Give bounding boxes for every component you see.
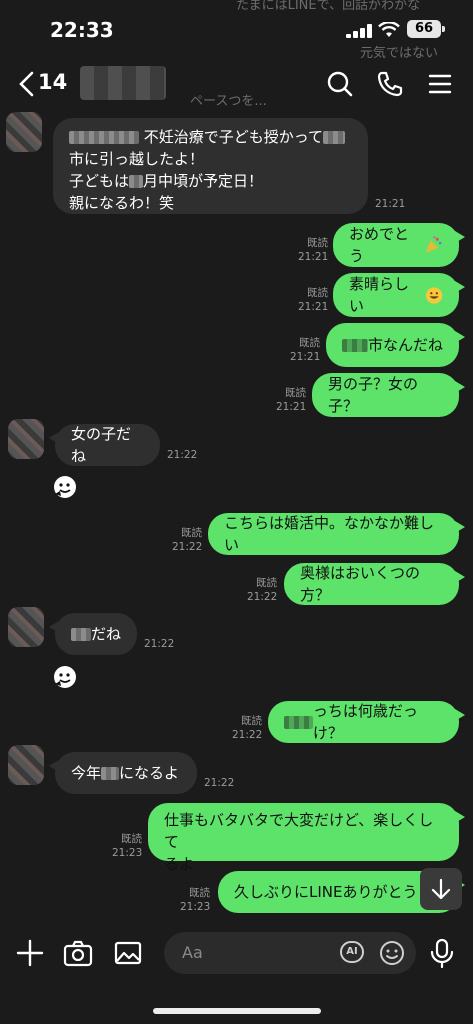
read-receipt: 既読 21:22: [247, 577, 278, 603]
message-text: っちは何歳だっけ？: [312, 702, 418, 742]
read-receipt: 既読 21:21: [298, 287, 329, 313]
sticker-face-icon[interactable]: [52, 474, 78, 500]
camera-icon[interactable]: [62, 937, 94, 969]
message-text: 女の子だね: [71, 425, 132, 465]
message-text: 親になるわ！笑: [69, 194, 175, 212]
redacted-text: [129, 175, 144, 188]
party-popper-emoji-icon: [425, 236, 442, 253]
message-text: 奥様はおいくつの方？: [300, 564, 421, 604]
message-text: 久しぶりにLINEありがとう: [234, 883, 418, 901]
avatar[interactable]: [8, 745, 44, 785]
redacted-text: [284, 715, 313, 729]
read-receipt: 既読 21:22: [232, 715, 263, 741]
read-receipt: 既読 21:21: [276, 387, 307, 413]
redacted-text: [101, 766, 120, 780]
redacted-text: [69, 131, 139, 144]
read-receipt: 既読 21:21: [290, 337, 321, 363]
ai-button[interactable]: AI: [340, 941, 364, 963]
message-bubble-sent[interactable]: おめでとう: [333, 223, 465, 267]
menu-icon[interactable]: [426, 70, 454, 98]
message-text: になるよ: [119, 764, 180, 782]
message-bubble-received[interactable]: 女の子だね: [49, 424, 160, 466]
phone-icon[interactable]: [376, 70, 404, 98]
avatar[interactable]: [6, 112, 42, 152]
search-icon[interactable]: [326, 70, 354, 98]
read-receipt: 既読 21:23: [112, 833, 143, 859]
message-text: 男の子？女の子？: [328, 375, 419, 415]
message-text: 月中頃が予定日！: [143, 172, 264, 190]
emoji-icon[interactable]: [379, 940, 405, 966]
read-receipt: 既読 21:21: [298, 237, 329, 263]
wifi-icon: [378, 22, 400, 37]
message-text: 素晴らしい: [349, 275, 410, 315]
battery-indicator: 66: [407, 20, 441, 38]
microphone-icon[interactable]: [426, 937, 458, 969]
message-time: 21:22: [204, 777, 235, 789]
message-input-placeholder: Aa: [182, 943, 203, 962]
message-time: 21:21: [375, 198, 406, 210]
message-bubble-sent[interactable]: 仕事もバタバタで大変だけど、楽しくして るよ: [148, 803, 465, 873]
message-bubble-received[interactable]: だね: [49, 613, 137, 655]
message-text: 不妊治療で子ども授かって: [143, 128, 324, 146]
read-receipt: 既読 21:23: [180, 887, 211, 913]
message-text: 子どもは: [69, 172, 130, 190]
message-text: 仕事もバタバタで大変だけど、楽しくして: [164, 811, 434, 851]
unread-count[interactable]: 14: [38, 70, 67, 94]
message-time: 21:22: [167, 449, 198, 461]
redacted-text: [71, 627, 91, 641]
scroll-to-bottom-button[interactable]: [420, 868, 462, 910]
image-icon[interactable]: [112, 937, 144, 969]
message-bubble-sent[interactable]: 素晴らしい: [333, 273, 465, 317]
home-indicator: [153, 1008, 321, 1014]
message-time: 21:22: [144, 638, 175, 650]
avatar[interactable]: [8, 607, 44, 647]
chat-partner-name-blurred: [80, 66, 166, 100]
arrow-down-icon: [431, 878, 451, 900]
message-text: だね: [91, 625, 122, 643]
message-bubble-sent[interactable]: 市なんだね: [326, 323, 465, 367]
redacted-text: [342, 338, 368, 352]
sticker-face-icon[interactable]: [52, 664, 78, 690]
message-text: 市に引っ越したよ！: [69, 150, 205, 168]
message-text: こちらは婚活中。なかなか難しい: [224, 514, 435, 554]
faded-message: たまにはLINEで、回話がわかな: [236, 0, 421, 13]
message-text: おめでとう: [349, 225, 410, 265]
message-bubble-sent[interactable]: っちは何歳だっけ？: [268, 701, 465, 743]
read-receipt: 既読 21:22: [172, 527, 203, 553]
avatar[interactable]: [8, 419, 44, 459]
message-bubble-received[interactable]: 不妊治療で子ども授かって 市に引っ越したよ！ 子どもは 月中頃が予定日！ 親になる…: [53, 118, 368, 214]
message-text: 今年: [71, 764, 102, 782]
redacted-text: [323, 131, 346, 144]
signal-icon: [346, 24, 372, 38]
faded-message: 元気ではない: [360, 46, 439, 61]
message-bubble-sent[interactable]: こちらは婚活中。なかなか難しい: [208, 513, 465, 555]
faded-message: ペースつを...: [190, 94, 267, 109]
battery-tip: [442, 26, 445, 32]
status-time: 22:33: [50, 18, 114, 42]
message-bubble-received[interactable]: 今年 になるよ: [49, 752, 197, 794]
smiling-face-emoji-icon: [425, 286, 443, 304]
message-text: 市なんだね: [368, 336, 444, 354]
message-bubble-sent[interactable]: 男の子？女の子？: [312, 373, 465, 417]
message-bubble-sent[interactable]: 奥様はおいくつの方？: [284, 563, 465, 605]
plus-icon[interactable]: [14, 937, 46, 969]
